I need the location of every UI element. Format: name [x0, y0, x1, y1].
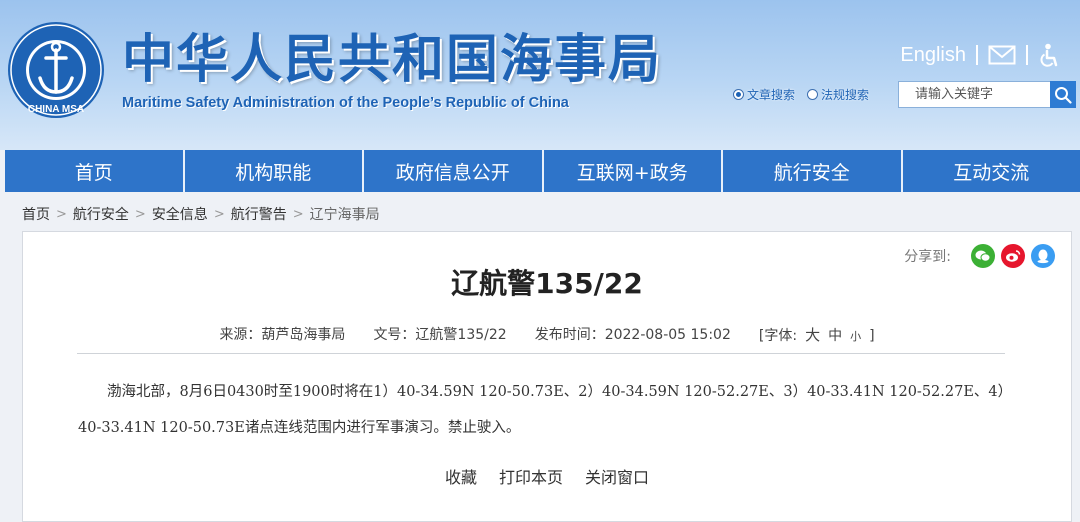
accessibility-icon[interactable]	[1038, 43, 1060, 67]
font-size-small[interactable]: 小	[850, 328, 861, 344]
search-type-law[interactable]: 法规搜索	[807, 86, 869, 103]
english-link[interactable]: English	[900, 44, 966, 67]
font-size-close: ]	[869, 328, 875, 344]
font-size-control: [字体: 大 中 小 ]	[759, 324, 875, 345]
search-type-group: 文章搜索 法规搜索	[733, 86, 869, 103]
top-links: English	[900, 40, 1060, 70]
breadcrumb-item[interactable]: 航行安全	[73, 204, 129, 224]
nav-item-functions[interactable]: 机构职能	[185, 150, 364, 192]
nav-item-home[interactable]: 首页	[5, 150, 185, 192]
font-size-large[interactable]: 大	[805, 324, 820, 345]
divider	[976, 45, 978, 65]
divider	[77, 353, 1005, 354]
logo-text: CHINA MSA	[28, 104, 84, 115]
divider	[1026, 45, 1028, 65]
favorite-button[interactable]: 收藏	[445, 464, 477, 488]
site-title: 中华人民共和国海事局	[122, 29, 663, 90]
search-type-label: 文章搜索	[747, 88, 796, 102]
nav-item-interaction[interactable]: 互动交流	[903, 150, 1080, 192]
article-source: 来源：葫芦岛海事局	[219, 327, 346, 343]
article-meta: 来源：葫芦岛海事局 文号：辽航警135/22 发布时间：2022-08-05 1…	[23, 324, 1071, 345]
chevron-right-icon: >	[56, 206, 67, 222]
msa-logo[interactable]: CHINA MSA	[6, 20, 106, 120]
breadcrumb-current[interactable]: 辽宁海事局	[310, 204, 380, 224]
article-actions: 收藏 打印本页 关闭窗口	[23, 464, 1071, 488]
search-box	[898, 81, 1076, 108]
print-button[interactable]: 打印本页	[499, 464, 563, 488]
nav-item-navigation-safety[interactable]: 航行安全	[723, 150, 903, 192]
radio-unselected[interactable]	[807, 89, 819, 100]
article-doc-number: 文号：辽航警135/22	[373, 327, 507, 343]
article-title: 辽航警135/22	[451, 267, 643, 300]
chevron-right-icon: >	[213, 206, 225, 222]
chevron-right-icon: >	[134, 206, 146, 222]
breadcrumb: 首页 > 航行安全 > 安全信息 > 航行警告 > 辽宁海事局	[22, 204, 380, 224]
font-size-label: [字体:	[758, 328, 798, 344]
search-input[interactable]	[898, 81, 1050, 108]
breadcrumb-item[interactable]: 首页	[22, 204, 50, 224]
search-type-label: 法规搜索	[821, 88, 870, 102]
nav-item-internet-gov[interactable]: 互联网+政务	[544, 150, 723, 192]
chevron-right-icon: >	[292, 206, 304, 222]
search-type-article[interactable]: 文章搜索	[733, 86, 795, 103]
breadcrumb-item[interactable]: 航行警告	[231, 204, 287, 224]
main-nav: 首页 机构职能 政府信息公开 互联网+政务 航行安全 互动交流	[5, 150, 1080, 192]
search-button[interactable]	[1050, 81, 1076, 108]
font-size-medium[interactable]: 中	[828, 325, 842, 345]
site-subtitle: Maritime Safety Administration of the Pe…	[122, 95, 569, 111]
close-window-button[interactable]: 关闭窗口	[585, 464, 649, 488]
article-panel: 分享到: 辽航警135/22 来源：葫芦岛海事局 文号：辽航警135/22 发布…	[22, 231, 1072, 522]
breadcrumb-item[interactable]: 安全信息	[152, 204, 208, 224]
radio-selected[interactable]	[733, 89, 744, 100]
nav-item-gov-info[interactable]: 政府信息公开	[364, 150, 544, 192]
site-header: CHINA MSA 中华人民共和国海事局 Maritime Safety Adm…	[0, 0, 1080, 150]
mail-icon[interactable]	[988, 45, 1016, 65]
search-icon	[1055, 86, 1072, 104]
article-publish-time: 发布时间：2022-08-05 15:02	[534, 327, 731, 343]
article-body: 渤海北部，8月6日0430时至1900时将在1）40-34.59N 120-50…	[78, 384, 1013, 436]
